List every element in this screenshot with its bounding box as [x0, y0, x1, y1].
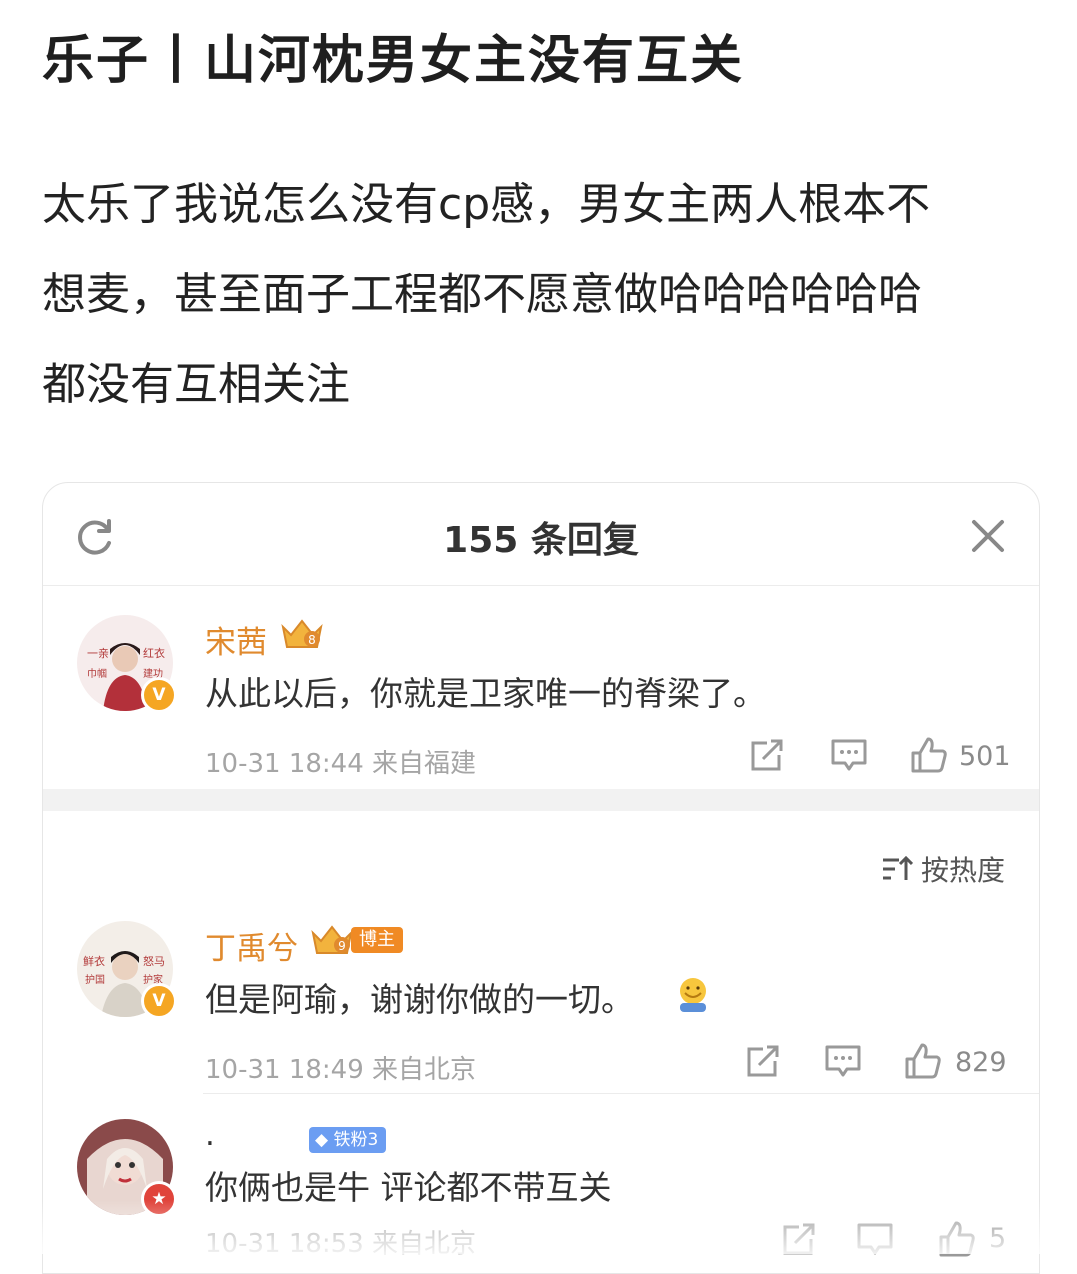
post-title: 乐子丨山河枕男女主没有互关: [42, 31, 745, 91]
avatar[interactable]: 一亲 红衣 巾帼 建功 V: [77, 615, 177, 713]
avatar-text: 红衣: [143, 646, 165, 660]
verified-icon: V: [141, 677, 177, 713]
comment-icon[interactable]: [829, 735, 869, 775]
like-icon[interactable]: [903, 1041, 943, 1081]
replies-header: 155 条回复: [43, 483, 1039, 586]
post-body: 太乐了我说怎么没有cp感，男女主两人根本不 想麦，甚至面子工程都不愿意做哈哈哈哈…: [42, 160, 1032, 430]
verified-icon: V: [141, 983, 177, 1019]
avatar[interactable]: 鲜衣 怒马 护国 护家 V: [77, 921, 177, 1019]
like-count: 501: [959, 741, 1011, 772]
fan-badge-label: 铁粉3: [333, 1130, 379, 1150]
username[interactable]: 宋茜: [205, 617, 267, 662]
comment-icon[interactable]: [823, 1041, 863, 1081]
smile-emoji-icon: [680, 978, 706, 1012]
username[interactable]: .: [205, 1117, 215, 1153]
blogger-badge: 博主: [351, 927, 403, 953]
sort-button[interactable]: 按热度: [881, 849, 1005, 889]
share-icon[interactable]: [747, 735, 787, 775]
avatar-text: 护国: [85, 973, 105, 986]
comment-meta: 10-31 18:49 来自北京: [205, 1055, 477, 1085]
comment-text: 从此以后，你就是卫家唯一的脊梁了。: [205, 674, 766, 713]
diamond-icon: ◆: [315, 1130, 329, 1150]
username[interactable]: 丁禹兮: [205, 923, 298, 968]
like-icon[interactable]: [909, 735, 949, 775]
sort-icon: [882, 855, 913, 880]
avatar-text: 鲜衣: [83, 954, 105, 968]
crown-level: 9: [338, 939, 346, 953]
avatar-text: 巾帼: [87, 667, 107, 680]
sort-label: 按热度: [920, 854, 1005, 887]
close-icon[interactable]: [969, 517, 1007, 555]
comment-text: 但是阿瑜，谢谢你做的一切。: [205, 980, 634, 1019]
crown-level: 8: [308, 633, 316, 647]
share-icon[interactable]: [743, 1041, 783, 1081]
fan-badge: ◆ 铁粉3: [309, 1127, 387, 1153]
replies-panel: 155 条回复 一亲 红衣 巾帼 建功 V 宋茜 8 从此以后，你就是卫家唯一的…: [42, 482, 1040, 1274]
replies-title: 155 条回复: [443, 520, 639, 561]
like-count: 829: [955, 1047, 1007, 1078]
avatar-text: 怒马: [143, 954, 165, 968]
comment-divider: [203, 1093, 1039, 1094]
post-body-line: 都没有互相关注: [42, 359, 350, 410]
comment-meta: 10-31 18:44 来自福建: [205, 749, 477, 779]
avatar-text: 一亲: [87, 646, 109, 660]
crown-icon: 8: [281, 619, 323, 648]
bottom-fade: [0, 1200, 1077, 1254]
post-body-line: 想麦，甚至面子工程都不愿意做哈哈哈哈哈哈: [42, 269, 922, 320]
crown-icon: 9: [311, 925, 353, 954]
section-divider: [43, 789, 1039, 811]
post-body-line: 太乐了我说怎么没有cp感，男女主两人根本不: [42, 179, 931, 230]
